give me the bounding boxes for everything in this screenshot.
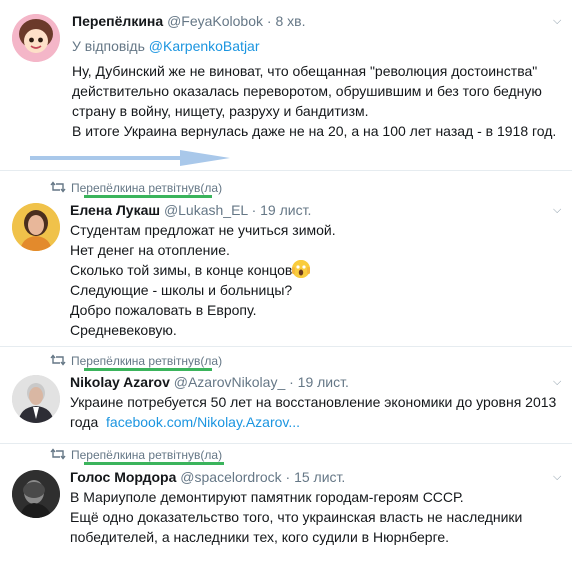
tweet-text-line: действительно оказалась переворотом, обр…	[72, 83, 542, 99]
reply-context: У відповідь @KarpenkoBatjar	[72, 38, 260, 54]
display-name[interactable]: Nikolay Azarov	[70, 374, 170, 390]
timestamp[interactable]: · 19 лист.	[252, 202, 312, 218]
timestamp[interactable]: · 19 лист.	[289, 374, 349, 390]
retweet-icon	[50, 181, 66, 193]
display-name[interactable]: Голос Мордора	[70, 469, 176, 485]
avatar-golos-mordora[interactable]	[12, 470, 60, 518]
user-photo-icon	[12, 375, 60, 423]
tweet-header: Перепёлкина @FeyaKolobok · 8 хв.	[72, 13, 305, 29]
tweet-text-line-with-emoji: Сколько той зимы, в конце концов	[70, 260, 336, 280]
retweet-label[interactable]: Перепёлкина ретвітнув(ла)	[71, 181, 222, 195]
user-handle[interactable]: @FeyaKolobok	[167, 13, 263, 29]
tweet-text-line: Ну, Дубинский же не виноват, что обещанн…	[72, 63, 538, 79]
timestamp[interactable]: · 15 лист.	[286, 469, 346, 485]
chevron-down-icon[interactable]: ⌵	[553, 376, 561, 389]
facebook-link[interactable]: facebook.com/Nikolay.Azarov...	[106, 414, 300, 430]
tweet-text-line: Ещё одно доказательство того, что украин…	[70, 509, 523, 525]
chevron-down-icon[interactable]: ⌵	[553, 204, 561, 217]
user-photo-icon	[12, 470, 60, 518]
tweet-text-line: Средневековую.	[70, 322, 177, 338]
avatar-feyakolobok[interactable]	[12, 14, 60, 62]
tweet-text-fragment: года	[70, 414, 99, 430]
retweet-icon	[50, 448, 66, 460]
tweet-text-line: Нет денег на отопление.	[70, 242, 230, 258]
tweet-header: Nikolay Azarov @AzarovNikolay_ · 19 лист…	[70, 374, 349, 390]
retweet-label[interactable]: Перепёлкина ретвітнув(ла)	[71, 448, 222, 462]
tweet-text: Украине потребуется 50 лет на восстановл…	[70, 392, 556, 432]
tweet-2[interactable]: Перепёлкина ретвітнув(ла) Елена Лукаш @L…	[0, 171, 572, 346]
tweet-text-line: победителей, а наследники тех, кого суди…	[70, 529, 450, 545]
tweet-text-line: Украине потребуется 50 лет на восстановл…	[70, 394, 557, 410]
annotation-underline	[84, 195, 212, 198]
tweet-text-line: Следующие - школы и больницы?	[70, 282, 293, 298]
avatar-azarov[interactable]	[12, 375, 60, 423]
cartoon-girl-avatar-icon	[12, 14, 60, 62]
annotation-underline	[84, 462, 224, 465]
tweet-header: Голос Мордора @spacelordrock · 15 лист.	[70, 469, 345, 485]
reply-prefix: У відповідь	[72, 38, 145, 54]
tweet-1[interactable]: Перепёлкина @FeyaKolobok · 8 хв. ⌵ У від…	[0, 0, 572, 150]
tweet-text: В Мариуполе демонтируют памятник городам…	[70, 487, 522, 547]
tweet-text-line: В итоге Украина вернулась даже не на 20,…	[72, 123, 557, 139]
tweet-text-line: Сколько той зимы, в конце концов	[70, 262, 293, 278]
annotation-underline	[84, 368, 212, 371]
tweet-text-line: В Мариуполе демонтируют памятник городам…	[70, 489, 464, 505]
user-photo-icon	[12, 203, 60, 251]
tweet-text-line: года facebook.com/Nikolay.Azarov...	[70, 412, 556, 432]
screaming-face-emoji-icon	[292, 260, 311, 278]
tweet-text-line: Добро пожаловать в Европу.	[70, 302, 257, 318]
tweet-text: Ну, Дубинский же не виноват, что обещанн…	[72, 61, 556, 141]
user-handle[interactable]: @AzarovNikolay_	[174, 374, 285, 390]
avatar-lukash[interactable]	[12, 203, 60, 251]
reply-handle-link[interactable]: @KarpenkoBatjar	[149, 38, 260, 54]
display-name[interactable]: Елена Лукаш	[70, 202, 160, 218]
display-name[interactable]: Перепёлкина	[72, 13, 163, 29]
chevron-down-icon[interactable]: ⌵	[553, 471, 561, 484]
chevron-down-icon[interactable]: ⌵	[553, 15, 561, 28]
user-handle[interactable]: @Lukash_EL	[164, 202, 248, 218]
retweet-label[interactable]: Перепёлкина ретвітнув(ла)	[71, 354, 222, 368]
timestamp[interactable]: · 8 хв.	[267, 13, 306, 29]
retweet-icon	[50, 354, 66, 366]
tweet-4[interactable]: Перепёлкина ретвітнув(ла) Голос Мордора …	[0, 444, 572, 570]
tweet-text-line: Студентам предложат не учиться зимой.	[70, 222, 336, 238]
tweet-text: Студентам предложат не учиться зимой. Не…	[70, 220, 336, 340]
user-handle[interactable]: @spacelordrock	[180, 469, 281, 485]
tweet-header: Елена Лукаш @Lukash_EL · 19 лист.	[70, 202, 311, 218]
tweet-text-line: страну в войну, нищету, разруху и бандит…	[72, 103, 369, 119]
tweet-3[interactable]: Перепёлкина ретвітнув(ла) Nikolay Azarov…	[0, 347, 572, 443]
